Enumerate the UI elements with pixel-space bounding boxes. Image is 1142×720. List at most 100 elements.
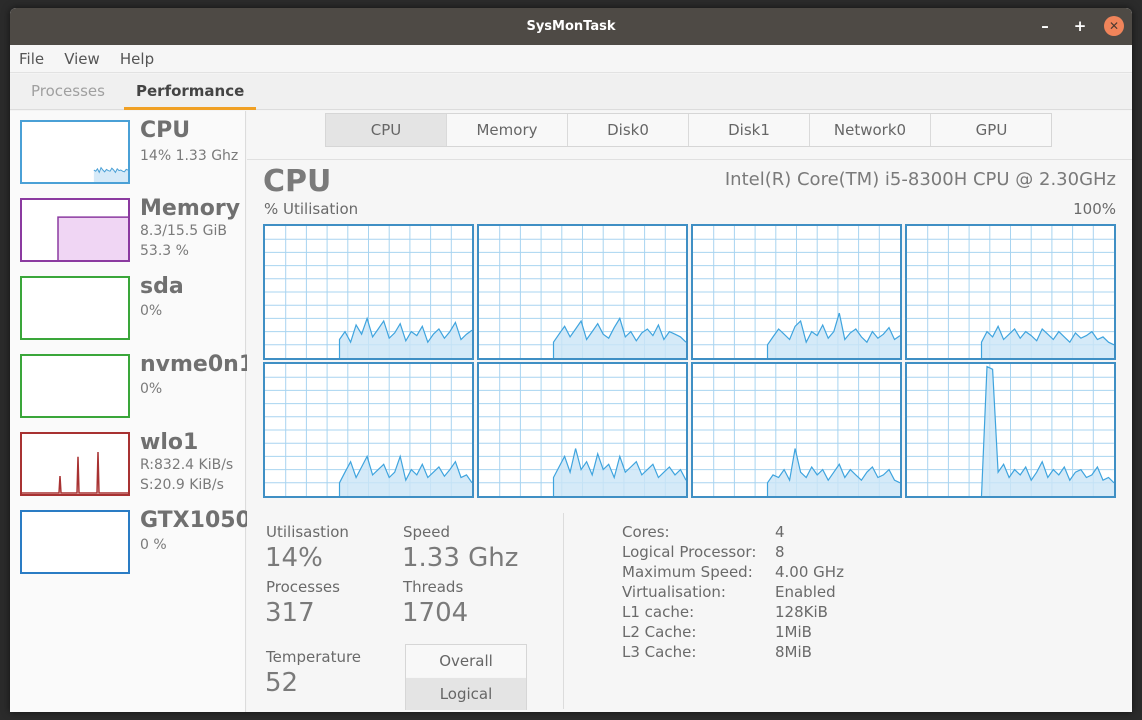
tab-processes[interactable]: Processes <box>19 74 117 110</box>
utilisation-axis-label: % Utilisation <box>264 200 359 218</box>
menu-file[interactable]: File <box>19 45 44 73</box>
device-sidebar: CPU 14% 1.33 Ghz Memory 8.3/15.5 GiB 53.… <box>10 111 254 712</box>
cpu-thumbnail-graph <box>20 120 130 184</box>
core-usage-fill <box>339 456 472 496</box>
info-value-virtualisation: Enabled <box>775 583 836 601</box>
sidebar-item-wlo1[interactable]: wlo1 R:832.4 KiB/s S:20.9 KiB/s <box>20 430 240 498</box>
sidebar-nvme-usage: 0% <box>140 381 163 397</box>
info-label-max-speed: Maximum Speed: <box>622 563 753 581</box>
processes-label: Processes <box>266 578 340 596</box>
sidebar-sda-usage: 0% <box>140 303 163 319</box>
main-tabs: Processes Performance <box>10 74 1132 110</box>
info-label-l2-cache: L2 Cache: <box>622 623 697 641</box>
core-graph-svg <box>479 226 687 359</box>
graph-mode-toggle: Overall Logical <box>405 644 527 710</box>
info-label-virtualisation: Virtualisation: <box>622 583 726 601</box>
core-usage-fill <box>339 318 472 358</box>
tab-cpu[interactable]: CPU <box>326 114 447 146</box>
vertical-divider <box>563 513 564 709</box>
sidebar-item-cpu[interactable]: CPU 14% 1.33 Ghz <box>20 118 240 186</box>
utilisation-axis-max: 100% <box>1073 200 1116 218</box>
sidebar-item-sda[interactable]: sda 0% <box>20 274 240 342</box>
sidebar-nvme-name: nvme0n1 <box>140 352 255 377</box>
core-graph-5 <box>477 362 688 498</box>
sidebar-item-nvme[interactable]: nvme0n1 0% <box>20 352 254 420</box>
sidebar-cpu-usage: 14% 1.33 Ghz <box>140 148 239 164</box>
info-label-cores: Cores: <box>622 523 670 541</box>
menu-view[interactable]: View <box>64 45 100 73</box>
title-bar: SysMonTask – + ✕ <box>10 8 1132 45</box>
page-title: CPU <box>263 164 332 199</box>
overall-button[interactable]: Overall <box>406 645 526 677</box>
core-usage-fill <box>981 326 1114 358</box>
network-thumb-line <box>22 451 128 494</box>
sidebar-item-memory[interactable]: Memory 8.3/15.5 GiB 53.3 % <box>20 196 241 264</box>
sidebar-wlo1-receive: R:832.4 KiB/s <box>140 457 234 473</box>
tab-memory[interactable]: Memory <box>447 114 568 146</box>
temperature-value: 52 <box>265 668 299 698</box>
memory-thumbnail-graph <box>20 198 130 262</box>
core-graph-3 <box>905 224 1116 360</box>
core-graph-svg <box>479 364 687 497</box>
device-tabs: CPU Memory Disk0 Disk1 Network0 GPU <box>325 113 1052 147</box>
info-value-l3-cache: 8MiB <box>775 643 812 661</box>
window-title: SysMonTask <box>526 19 616 34</box>
core-graph-svg <box>693 364 901 497</box>
info-label-logical-processor: Logical Processor: <box>622 543 757 561</box>
core-graph-6 <box>691 362 902 498</box>
maximize-icon[interactable]: + <box>1070 16 1090 36</box>
sidebar-sda-name: sda <box>140 274 184 299</box>
info-label-l1-cache: L1 cache: <box>622 603 695 621</box>
core-graph-svg <box>265 364 473 497</box>
memory-thumb-fill <box>58 217 128 260</box>
menu-help[interactable]: Help <box>120 45 154 73</box>
tab-network0[interactable]: Network0 <box>810 114 931 146</box>
tab-disk1[interactable]: Disk1 <box>689 114 810 146</box>
core-graph-svg <box>265 226 473 359</box>
core-graph-svg <box>907 364 1115 497</box>
core-graph-2 <box>691 224 902 360</box>
gpu-thumbnail-graph <box>20 510 130 574</box>
menu-bar: File View Help <box>10 45 1132 73</box>
sidebar-cpu-name: CPU <box>140 118 191 143</box>
sda-thumbnail-graph <box>20 276 130 340</box>
core-graphs-grid <box>263 224 1116 500</box>
info-value-l2-cache: 1MiB <box>775 623 812 641</box>
divider <box>247 159 1132 160</box>
nvme-thumbnail-graph <box>20 354 130 418</box>
utilisation-value: 14% <box>265 543 323 573</box>
temperature-label: Temperature <box>266 648 362 666</box>
network-thumbnail-graph <box>20 432 130 496</box>
close-icon[interactable]: ✕ <box>1104 16 1124 36</box>
threads-value: 1704 <box>402 598 469 628</box>
info-label-l3-cache: L3 Cache: <box>622 643 697 661</box>
info-value-logical-processor: 8 <box>775 543 785 561</box>
info-value-max-speed: 4.00 GHz <box>775 563 844 581</box>
core-graph-4 <box>263 362 474 498</box>
threads-label: Threads <box>403 578 464 596</box>
sidebar-wlo1-name: wlo1 <box>140 430 199 455</box>
sidebar-item-gpu[interactable]: GTX1050 0 % <box>20 508 251 576</box>
core-usage-fill <box>553 318 686 358</box>
utilisation-label: Utilisastion <box>266 523 349 541</box>
core-graph-svg <box>693 226 901 359</box>
tab-disk0[interactable]: Disk0 <box>568 114 689 146</box>
core-graph-7 <box>905 362 1116 498</box>
sidebar-gpu-name: GTX1050 <box>140 508 251 533</box>
app-window: SysMonTask – + ✕ File View Help Processe… <box>10 8 1132 712</box>
info-value-cores: 4 <box>775 523 785 541</box>
performance-panel: CPU Memory Disk0 Disk1 Network0 GPU CPU … <box>247 111 1132 712</box>
tab-performance[interactable]: Performance <box>124 74 257 110</box>
logical-button[interactable]: Logical <box>406 678 526 710</box>
core-graph-0 <box>263 224 474 360</box>
speed-value: 1.33 Ghz <box>402 543 519 573</box>
sidebar-memory-name: Memory <box>140 196 241 221</box>
sidebar-memory-percent: 53.3 % <box>140 243 189 259</box>
core-graph-svg <box>907 226 1115 359</box>
core-usage-fill <box>767 313 900 358</box>
minimize-icon[interactable]: – <box>1035 16 1055 36</box>
tab-gpu[interactable]: GPU <box>931 114 1052 146</box>
sidebar-memory-usage: 8.3/15.5 GiB <box>140 223 227 239</box>
processes-value: 317 <box>265 598 315 628</box>
info-value-l1-cache: 128KiB <box>775 603 828 621</box>
